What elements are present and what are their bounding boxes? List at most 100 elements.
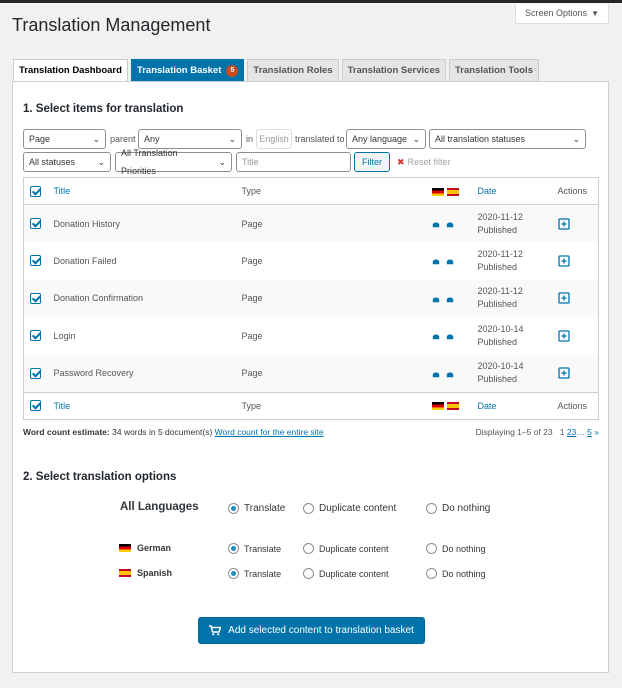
radio-label: Translate <box>244 568 282 579</box>
reset-filter-label: Reset filter <box>407 157 451 167</box>
radio-translate-german[interactable]: Translate <box>228 543 281 554</box>
radio-translate-spanish[interactable]: Translate <box>228 568 281 579</box>
tab-translation-basket[interactable]: Translation Basket 5 <box>130 59 245 82</box>
select-all-checkbox[interactable] <box>30 185 41 197</box>
header-date[interactable]: Date <box>471 177 552 205</box>
dashboard-panel: 1. Select items for translation Page ⌄ pa… <box>12 81 609 673</box>
field-placeholder: Title <box>242 157 259 167</box>
row-title: Donation Failed <box>53 255 117 266</box>
add-to-basket-icon[interactable] <box>557 367 570 379</box>
radio-label: Duplicate content <box>319 543 389 554</box>
row-checkbox[interactable] <box>30 292 41 304</box>
pagination-display: Displaying 1–5 of 23 <box>475 427 553 437</box>
next-page-link[interactable]: » <box>594 427 599 437</box>
table-row: Password Recovery Page 2020-10-14 Publish… <box>23 354 599 392</box>
tab-translation-dashboard[interactable]: Translation Dashboard <box>13 59 128 82</box>
row-title: Donation History <box>53 218 121 229</box>
footer-title-link[interactable]: Title <box>54 401 71 411</box>
radio-label: Duplicate content <box>319 568 389 579</box>
in-label: in <box>246 134 254 144</box>
screen-options-button[interactable]: Screen Options ▼ <box>515 4 609 24</box>
radio-dot <box>228 503 239 514</box>
spanish-flag-icon <box>119 569 131 577</box>
filter-button[interactable]: Filter <box>354 152 390 172</box>
select-value: All translation statuses <box>435 134 526 144</box>
section-title-select-items: 1. Select items for translation <box>23 103 184 115</box>
post-type-select[interactable]: Page ⌄ <box>23 129 106 149</box>
word-count-site-link[interactable]: Word count for the entire site <box>215 427 324 437</box>
radio-dot <box>303 543 314 554</box>
row-checkbox[interactable] <box>30 330 41 342</box>
header-actions: Actions <box>551 177 599 205</box>
german-flag-icon <box>119 544 131 552</box>
add-to-basket-icon[interactable] <box>557 217 570 230</box>
tab-translation-services[interactable]: Translation Services <box>341 59 447 82</box>
table-footer-row: Title Type Date Actions <box>23 391 599 419</box>
word-count-label: Word count estimate: <box>23 427 110 437</box>
row-date: 2020-11-12 <box>477 211 523 222</box>
tab-translation-roles[interactable]: Translation Roles <box>247 59 339 82</box>
translation-status-select[interactable]: All translation statuses ⌄ <box>429 129 586 149</box>
row-checkbox[interactable] <box>30 255 41 267</box>
pagination: Displaying 1–5 of 23 1 23… 5 » <box>476 427 599 437</box>
title-search-input[interactable]: Title <box>236 152 351 172</box>
priority-select[interactable]: All Translation Priorities ⌄ <box>115 148 232 176</box>
row-checkbox[interactable] <box>30 218 41 230</box>
select-all-cell <box>23 177 48 205</box>
option-row-all-languages: All Languages Translate Duplicate conten… <box>23 501 599 519</box>
add-to-basket-button[interactable]: Add selected content to translation bask… <box>198 617 425 644</box>
header-title[interactable]: Title <box>47 177 236 205</box>
basket-count-badge: 5 <box>226 64 239 77</box>
radio-translate-all[interactable]: Translate <box>228 503 285 514</box>
needs-translation-icon <box>432 297 439 303</box>
select-value: Any language <box>352 134 408 144</box>
source-language-field[interactable]: English <box>256 129 292 149</box>
add-to-basket-icon[interactable] <box>557 255 570 267</box>
language-name: German <box>137 543 172 553</box>
header-title-link[interactable]: Title <box>54 186 71 196</box>
target-language-select[interactable]: Any language ⌄ <box>346 129 426 149</box>
needs-translation-icon <box>432 372 439 377</box>
row-status: Published <box>477 224 518 235</box>
all-languages-label: All Languages <box>120 501 199 513</box>
needs-translation-icon <box>432 222 439 228</box>
select-all-checkbox-footer[interactable] <box>30 400 41 412</box>
add-to-basket-icon[interactable] <box>557 292 570 304</box>
spanish-flag-icon <box>446 402 459 411</box>
needs-translation-icon <box>432 259 439 265</box>
row-type: Page <box>241 218 263 229</box>
header-type: Type <box>235 177 426 205</box>
cart-icon <box>209 625 222 636</box>
row-title: Donation Confirmation <box>53 293 144 304</box>
tab-translation-tools[interactable]: Translation Tools <box>449 59 539 82</box>
radio-label: Do nothing <box>442 503 491 514</box>
radio-label: Do nothing <box>442 543 486 554</box>
page-link-5[interactable]: 5 <box>587 427 592 437</box>
radio-duplicate-spanish[interactable]: Duplicate content <box>303 568 389 579</box>
footer-date-link[interactable]: Date <box>478 401 497 411</box>
header-date-link[interactable]: Date <box>478 186 497 196</box>
header-type-label: Type <box>241 186 262 196</box>
translated-to-label: translated to <box>295 134 345 144</box>
header-languages <box>425 177 472 205</box>
radio-dot <box>228 568 239 579</box>
radio-nothing-all[interactable]: Do nothing <box>426 503 490 514</box>
radio-nothing-spanish[interactable]: Do nothing <box>426 568 486 579</box>
row-type: Page <box>241 368 263 378</box>
tab-label: Translation Tools <box>455 65 533 76</box>
radio-duplicate-all[interactable]: Duplicate content <box>303 503 396 514</box>
status-select[interactable]: All statuses ⌄ <box>23 152 111 172</box>
radio-duplicate-german[interactable]: Duplicate content <box>303 543 389 554</box>
radio-nothing-german[interactable]: Do nothing <box>426 543 486 554</box>
needs-translation-icon <box>446 222 453 228</box>
reset-filter-link[interactable]: ✖ Reset filter <box>397 152 451 172</box>
tab-label: Translation Basket <box>136 65 222 76</box>
german-flag-icon <box>431 402 444 411</box>
footer-type-label: Type <box>241 400 262 411</box>
spanish-flag-icon <box>446 187 459 196</box>
radio-dot <box>426 568 437 579</box>
add-to-basket-icon[interactable] <box>557 330 570 342</box>
radio-label: Translate <box>244 543 282 554</box>
select-value: All Translation Priorities <box>121 148 178 176</box>
row-checkbox[interactable] <box>30 367 41 379</box>
